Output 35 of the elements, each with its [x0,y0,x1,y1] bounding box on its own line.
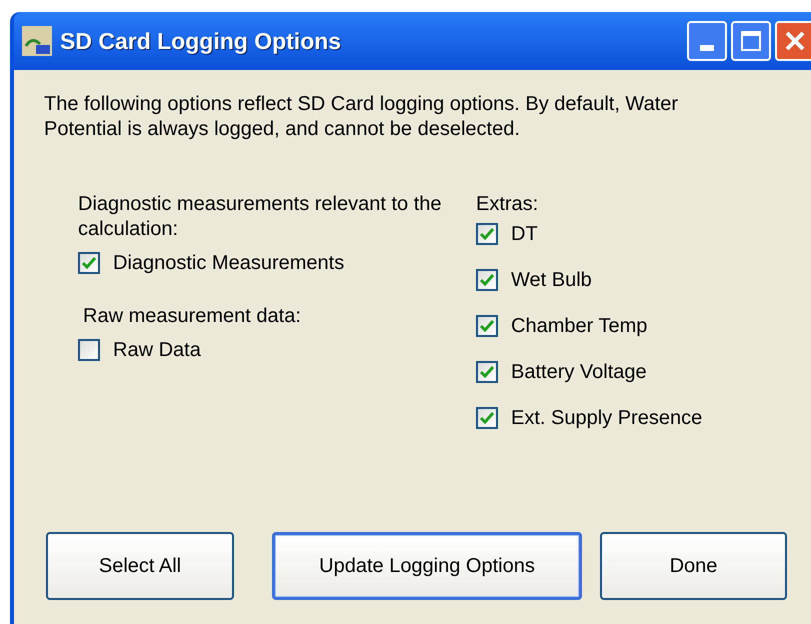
window-title: SD Card Logging Options [60,26,342,56]
option-label: Wet Bulb [511,268,592,293]
checkbox[interactable] [78,339,100,361]
extras-label: Extras: [476,192,540,217]
app-icon [22,26,52,56]
minimize-button[interactable] [687,21,727,61]
close-icon [784,30,806,52]
checkbox[interactable] [476,315,498,337]
intro-text: The following options reflect SD Card logging options. By default, Water Potential is always logged, and cannot be deselected. [44,92,680,142]
minimize-icon [700,45,714,51]
option-label: Battery Voltage [511,360,647,385]
group-label: Raw measurement data: [82,304,302,329]
option-label: Diagnostic Measurements [113,251,344,276]
checkbox[interactable] [476,407,498,429]
dialog-button[interactable]: Update Logging Options [272,532,582,600]
close-button[interactable] [775,21,811,61]
checkbox[interactable] [476,223,498,245]
option-label: Chamber Temp [511,314,648,339]
maximize-icon [740,30,762,52]
checkmark-icon [480,228,494,240]
checkmark-icon [480,274,494,286]
option-label: Ext. Supply Presence [511,406,702,431]
maximize-button[interactable] [731,21,771,61]
checkmark-icon [480,320,494,332]
checkmark-icon [82,257,96,269]
checkmark-icon [480,412,494,424]
dialog-button[interactable]: Done [600,532,787,600]
checkbox[interactable] [476,269,498,291]
option-label: DT [511,222,538,247]
group-label: Diagnostic measurements relevant to the calculation: [78,192,443,242]
checkmark-icon [480,366,494,378]
option-label: Raw Data [113,338,201,363]
dialog-button[interactable]: Select All [46,532,234,600]
checkbox[interactable] [476,361,498,383]
checkbox[interactable] [78,252,100,274]
